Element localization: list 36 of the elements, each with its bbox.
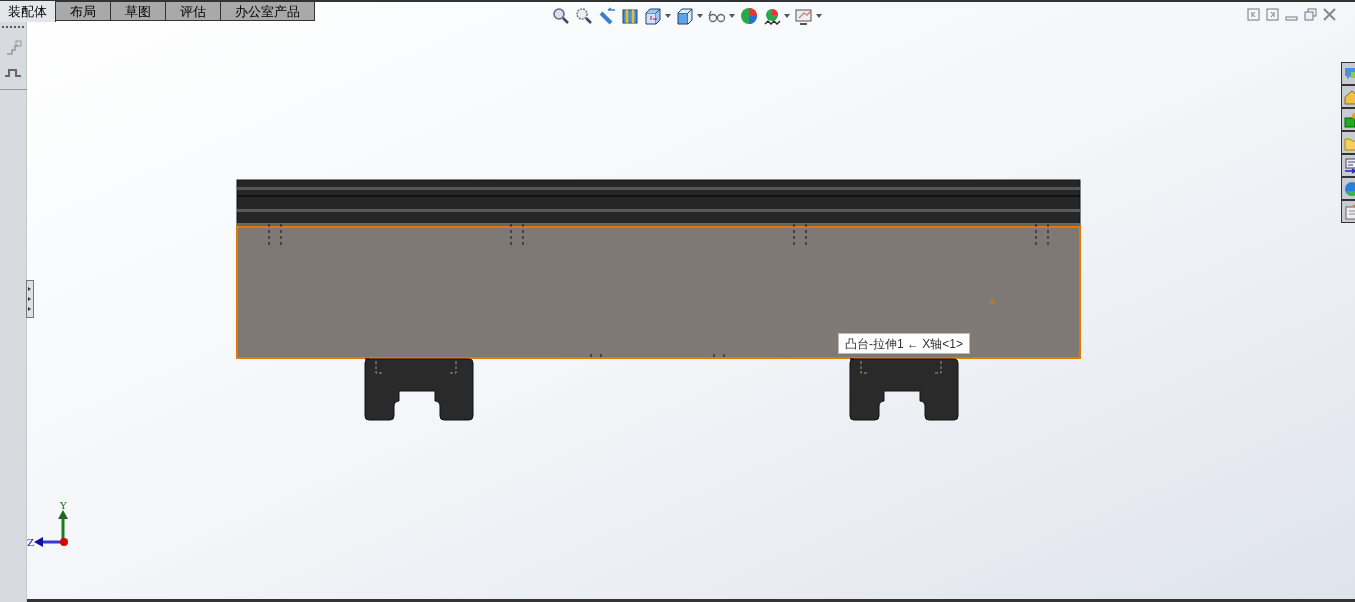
y-axis-label: Y: [60, 500, 67, 511]
globe-icon[interactable]: [1341, 177, 1355, 200]
z-axis-arrow: [34, 537, 63, 547]
scene-icon[interactable]: [763, 7, 781, 25]
folder-icon[interactable]: [1341, 131, 1355, 154]
tile-left-icon[interactable]: [1247, 8, 1260, 21]
tile-right-icon[interactable]: [1266, 8, 1279, 21]
tab[interactable]: 草图: [111, 1, 166, 21]
toolbox-icon[interactable]: [1341, 108, 1355, 131]
grip-icon: [2, 26, 24, 29]
speech-bubble-icon[interactable]: [1341, 62, 1355, 85]
color-ball-icon[interactable]: [740, 7, 758, 25]
cube-icon[interactable]: [644, 7, 662, 25]
shaded-cube-icon[interactable]: [676, 7, 694, 25]
caret-icon[interactable]: [697, 14, 703, 18]
caret-icon[interactable]: [665, 14, 671, 18]
z-axis-label: Z: [27, 537, 34, 548]
origin-point: [60, 538, 68, 546]
zoom-fit-icon[interactable]: [552, 7, 570, 25]
house-icon[interactable]: [1341, 85, 1355, 108]
caret-icon[interactable]: [816, 14, 822, 18]
previous-view-icon[interactable]: [598, 7, 616, 25]
tab[interactable]: 装配体: [0, 1, 56, 22]
tab[interactable]: 评估: [166, 1, 221, 21]
clipboard-icon[interactable]: [1341, 200, 1355, 223]
expand-handle[interactable]: [26, 280, 34, 318]
tab[interactable]: 布局: [56, 1, 111, 21]
monitor-icon[interactable]: [795, 7, 813, 25]
restore-icon[interactable]: [1304, 8, 1317, 21]
close-icon[interactable]: [1323, 8, 1336, 21]
zoom-area-icon[interactable]: [575, 7, 593, 25]
caret-icon[interactable]: [784, 14, 790, 18]
tab[interactable]: 办公室产品: [221, 1, 315, 21]
caret-icon[interactable]: [729, 14, 735, 18]
section-view-icon[interactable]: [621, 7, 639, 25]
tooltip: 凸台-拉伸1 ← X轴<1>: [838, 333, 971, 354]
